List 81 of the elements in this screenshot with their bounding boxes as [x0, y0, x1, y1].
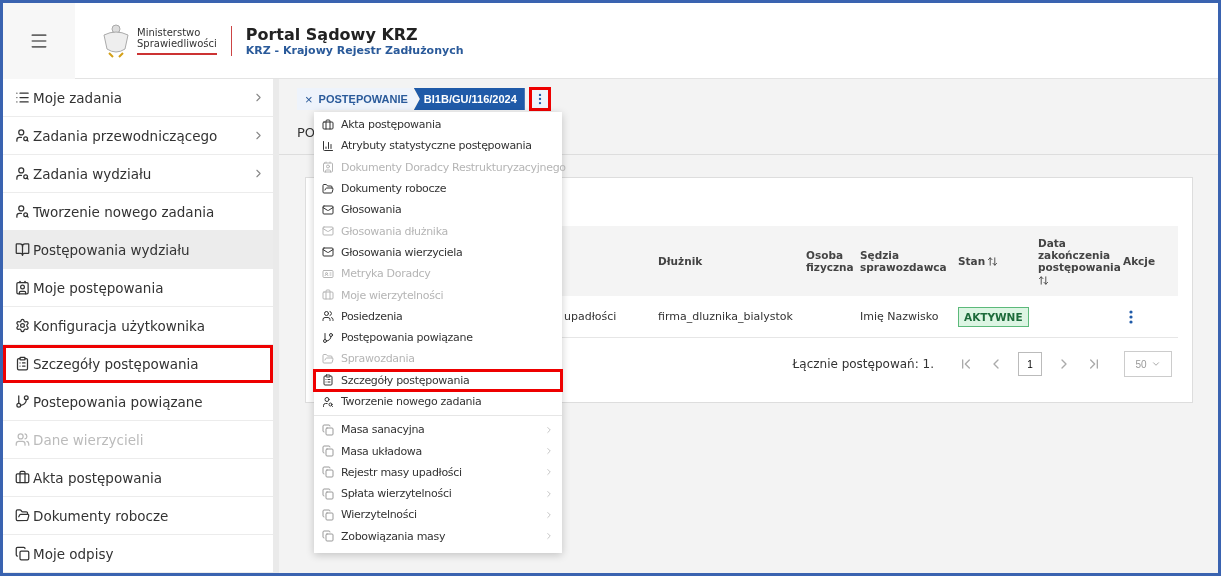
id-card-icon [322, 267, 334, 280]
close-breadcrumb-button[interactable]: × [297, 88, 317, 110]
sort-icon [987, 255, 999, 267]
copy-icon [322, 466, 334, 479]
sidebar-item[interactable]: Postępowania wydziału [3, 231, 273, 269]
submenu-item[interactable]: Rejestr masy upadłości [314, 461, 562, 484]
submenu-item[interactable]: Zobowiązania masy [314, 525, 562, 547]
user-search-icon [15, 204, 30, 219]
user-search-icon [15, 128, 30, 143]
briefcase-icon [322, 289, 334, 301]
chevron-right-icon [544, 510, 554, 520]
settings-icon [15, 318, 30, 333]
row-actions-button[interactable] [1127, 309, 1135, 324]
sort-icon [1038, 274, 1049, 286]
clipboard-icon [15, 356, 30, 371]
menu-item[interactable]: Akta postępowania [314, 114, 562, 136]
ministry-name: Ministerstwo Sprawiedliwości [137, 26, 217, 55]
user-search-icon [15, 166, 30, 181]
breadcrumb-current[interactable]: BI1B/GU/116/2024 [413, 88, 525, 110]
column-header: Dłużnik [658, 255, 704, 267]
column-header: Akcje [1123, 255, 1157, 267]
briefcase-icon [322, 118, 334, 131]
mail-icon [322, 203, 334, 216]
submenu-item[interactable]: Wierzytelności [314, 504, 562, 526]
copy-icon [322, 487, 334, 500]
more-icon [1129, 309, 1133, 324]
folder-icon [15, 508, 30, 523]
menu-item[interactable]: Szczegóły postępowania [314, 369, 562, 391]
contact-icon [322, 161, 334, 174]
folder-icon [322, 352, 334, 365]
menu-item[interactable]: Tworzenie nowego zadania [314, 390, 562, 413]
more-button[interactable] [528, 87, 551, 111]
chevron-right-icon [544, 488, 554, 499]
column-header: Osoba fizyczna [806, 249, 855, 273]
book-icon [15, 242, 30, 257]
menu-item[interactable]: Postępowania powiązane [314, 326, 562, 349]
table-cell-text: upadłości [564, 310, 618, 323]
column-header[interactable]: Stan [958, 255, 1038, 267]
status-badge: AKTYWNE [958, 306, 1029, 327]
branch-icon [322, 331, 334, 344]
menu-item[interactable]: Dokumenty robocze [314, 177, 562, 200]
bar-chart-icon [322, 139, 334, 152]
portal-subtitle: KRZ - Krajowy Rejestr Zadłużonych [245, 43, 464, 57]
list-icon [15, 90, 30, 105]
table-cell-text: firma_dluznika_bialystok [658, 310, 794, 323]
menu-item[interactable]: Posiedzenia [314, 305, 562, 327]
branch-icon [15, 394, 30, 409]
submenu-item[interactable]: Spłata wierzytelności [314, 483, 562, 505]
copy-icon [322, 423, 334, 436]
chevron-down-icon [1150, 359, 1161, 369]
table-cell-text: Imię Nazwisko [860, 310, 940, 323]
copy-icon [322, 445, 334, 458]
tab-label[interactable]: PO [297, 125, 316, 140]
copy-icon [322, 530, 334, 543]
chevron-right-icon [544, 531, 554, 542]
chevron-right-icon [544, 446, 554, 457]
sidebar-item[interactable]: Szczegóły postępowania [3, 345, 273, 383]
column-header[interactable]: Data zakończenia postępowania [1038, 236, 1123, 286]
submenu-item[interactable]: Masa sanacyjna [314, 419, 562, 441]
briefcase-icon [15, 470, 30, 485]
user-search-icon [322, 395, 334, 408]
chevron-right-icon [544, 424, 554, 435]
menu-item[interactable]: Głosowania wierzyciela [314, 241, 562, 264]
copy-icon [322, 509, 334, 521]
submenu-item[interactable]: Masa układowa [314, 440, 562, 462]
chevron-right-icon [544, 467, 554, 478]
users-icon [322, 310, 334, 323]
clipboard-icon [322, 374, 334, 387]
breadcrumb-link[interactable]: POSTĘPOWANIE [316, 88, 418, 110]
copy-icon [15, 546, 30, 561]
mail-icon [322, 225, 334, 238]
menu-item[interactable]: Atrybuty statystyczne postępowania [314, 135, 562, 157]
folder-icon [322, 182, 334, 195]
portal-title: Portal Sądowy KRZ [245, 24, 419, 44]
total-count: Łącznie postępowań: 1. [792, 357, 934, 371]
page-number-button[interactable]: 1 [1018, 352, 1042, 376]
column-header: Sędzia sprawozdawca [860, 249, 948, 273]
mail-icon [322, 246, 334, 259]
menu-item[interactable]: Głosowania [314, 199, 562, 221]
contact-icon [15, 280, 30, 295]
users-icon [15, 432, 30, 447]
